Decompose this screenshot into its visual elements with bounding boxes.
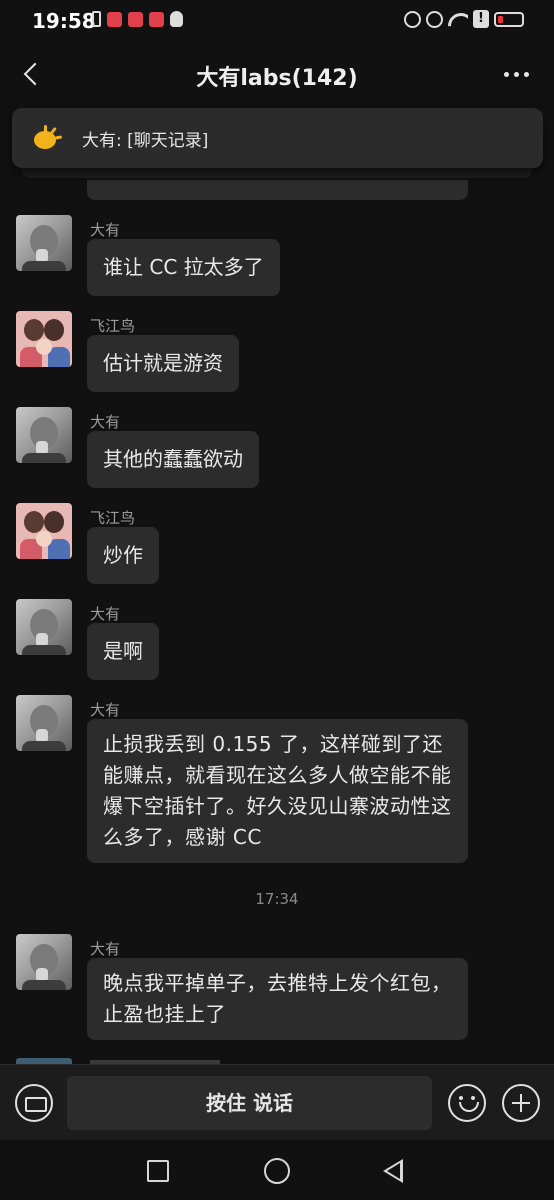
chat-title: 大有labs(142) (196, 66, 358, 91)
message-timestamp: 17:34 (255, 890, 299, 908)
message-bubble[interactable]: 炒作 (87, 527, 159, 584)
sender-avatar[interactable] (16, 599, 72, 655)
message-bubble[interactable]: 是啊 (87, 623, 159, 680)
chat-screen: 19:58 ! 大有labs(142) 大有: [聊天记录] 大有 谁让 CC … (0, 0, 554, 1200)
message-bubble[interactable]: 估计就是游资 (87, 335, 239, 392)
sender-avatar[interactable] (16, 407, 72, 463)
sender-name: 飞江鸟 (90, 509, 136, 527)
more-dot-icon (513, 71, 519, 77)
battery-icon (494, 11, 524, 27)
emoji-icon[interactable] (448, 1084, 486, 1122)
more-dot-icon (523, 71, 529, 77)
message-bubble[interactable]: 其他的蠢蠢欲动 (87, 431, 259, 488)
more-options-button[interactable] (500, 62, 532, 86)
pinned-message-banner[interactable]: 大有: [聊天记录] (12, 108, 543, 168)
sender-avatar[interactable] (16, 311, 72, 367)
pinned-chat-icon (34, 125, 64, 153)
sender-name: 大有 (90, 413, 121, 431)
phone-icon (92, 11, 101, 27)
sender-name: 飞江鸟 (90, 317, 136, 335)
app-notification-icon (107, 11, 122, 27)
sender-avatar[interactable] (16, 695, 72, 751)
sender-avatar[interactable] (16, 934, 72, 990)
home-icon[interactable] (264, 1158, 290, 1184)
news-notification-icon (149, 11, 164, 27)
system-nav-bar (0, 1140, 554, 1200)
pinned-stack-edge (22, 168, 532, 178)
message-bubble[interactable]: 谁让 CC 拉太多了 (87, 239, 280, 296)
calendar-notification-icon (128, 11, 143, 27)
recent-apps-icon[interactable] (147, 1160, 169, 1182)
keyboard-toggle-icon[interactable] (15, 1084, 53, 1122)
pinned-message-text: 大有: [聊天记录] (82, 131, 209, 151)
status-time: 19:58 (32, 9, 96, 33)
previous-message-bubble[interactable] (87, 180, 468, 200)
wifi-icon (448, 11, 468, 27)
alert-icon: ! (473, 10, 489, 28)
plus-icon[interactable] (502, 1084, 540, 1122)
qq-icon (170, 11, 183, 27)
sender-name: 大有 (90, 940, 121, 958)
message-bubble[interactable]: 晚点我平掉单子，去推特上发个红包，止盈也挂上了 (87, 958, 468, 1040)
status-bar: 19:58 ! (0, 0, 554, 40)
system-icons: ! (404, 10, 524, 28)
input-bar: 按住 说话 (0, 1064, 554, 1140)
message-bubble[interactable]: 止损我丢到 0.155 了，这样碰到了还能赚点，就看现在这么多人做空能不能爆下空… (87, 719, 468, 863)
nav-back-icon[interactable] (383, 1159, 403, 1183)
sender-avatar[interactable] (16, 503, 72, 559)
hold-to-talk-button[interactable]: 按住 说话 (67, 1076, 432, 1130)
sender-avatar[interactable] (16, 215, 72, 271)
chat-header: 大有labs(142) (0, 46, 554, 104)
sender-name: 大有 (90, 221, 121, 239)
more-dot-icon (503, 71, 509, 77)
alarm-icon (426, 10, 443, 28)
notification-icons (92, 11, 183, 27)
sender-name: 大有 (90, 605, 121, 623)
speed-icon (404, 10, 421, 28)
sender-name: 大有 (90, 701, 121, 719)
